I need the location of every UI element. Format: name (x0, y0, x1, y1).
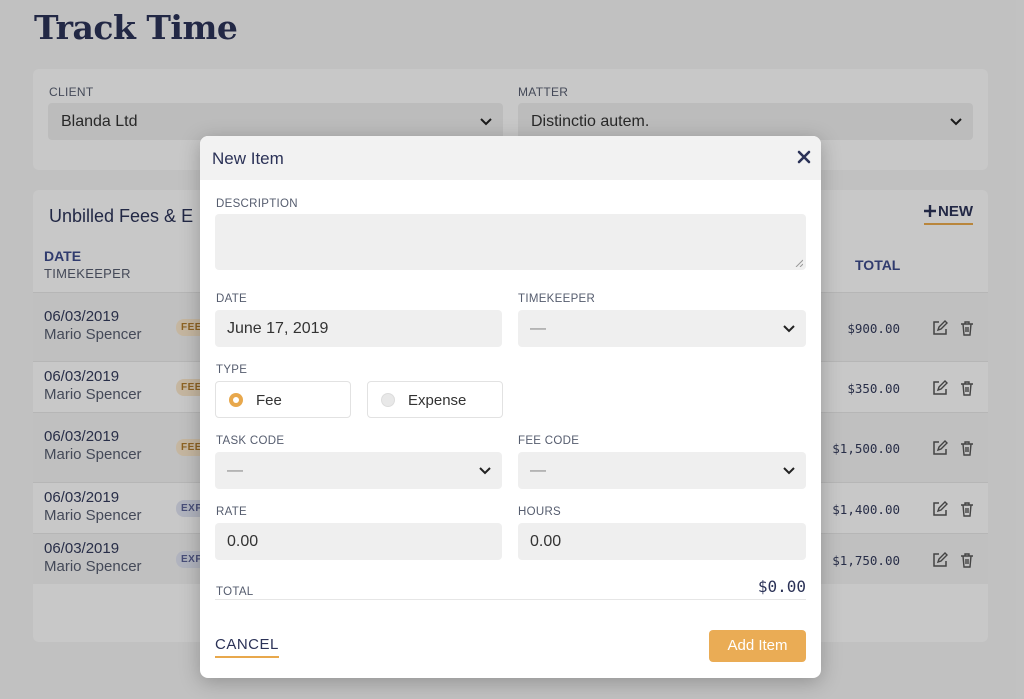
type-fee-label: Fee (256, 392, 282, 409)
type-label: TYPE (216, 364, 248, 376)
task-code-select[interactable]: — (215, 452, 502, 489)
timekeeper-label: TIMEKEEPER (518, 293, 596, 305)
hours-field[interactable]: 0.00 (518, 523, 806, 560)
chevron-down-icon (783, 325, 795, 333)
date-field[interactable]: June 17, 2019 (215, 310, 502, 347)
date-value: June 17, 2019 (227, 320, 329, 337)
hours-value: 0.00 (530, 533, 562, 550)
radio-unselected-icon (381, 393, 395, 407)
cancel-button[interactable]: CANCEL (215, 636, 279, 658)
task-code-value: — (227, 462, 243, 479)
description-label: DESCRIPTION (216, 198, 298, 210)
chevron-down-icon (479, 467, 491, 475)
task-code-label: TASK CODE (216, 435, 285, 447)
timekeeper-value: — (530, 320, 546, 337)
new-item-modal: New Item DESCRIPTION DATE June 17, 2019 … (200, 136, 821, 678)
total-label: TOTAL (216, 586, 254, 598)
type-radio-fee[interactable]: Fee (215, 381, 351, 418)
description-field[interactable] (215, 214, 806, 270)
type-radio-expense[interactable]: Expense (367, 381, 503, 418)
add-item-button[interactable]: Add Item (709, 630, 806, 662)
divider (215, 599, 806, 600)
total-value: $0.00 (757, 577, 806, 596)
hours-label: HOURS (518, 506, 562, 518)
timekeeper-select[interactable]: — (518, 310, 806, 347)
radio-selected-icon (229, 393, 243, 407)
date-label: DATE (216, 293, 248, 305)
resize-handle-icon[interactable] (795, 259, 803, 267)
rate-value: 0.00 (227, 533, 259, 550)
fee-code-select[interactable]: — (518, 452, 806, 489)
rate-label: RATE (216, 506, 248, 518)
modal-header: New Item (200, 136, 821, 180)
modal-title: New Item (212, 149, 284, 168)
fee-code-value: — (530, 462, 546, 479)
fee-code-label: FEE CODE (518, 435, 580, 447)
chevron-down-icon (783, 467, 795, 475)
type-expense-label: Expense (408, 392, 467, 409)
close-icon[interactable] (797, 150, 811, 164)
rate-field[interactable]: 0.00 (215, 523, 502, 560)
